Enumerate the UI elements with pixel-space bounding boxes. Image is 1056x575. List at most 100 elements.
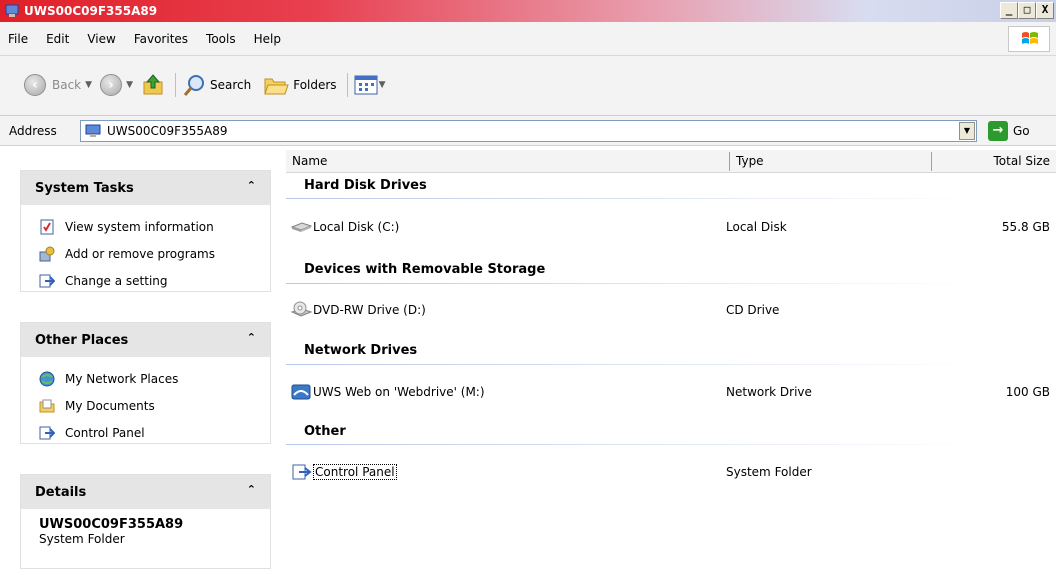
close-button[interactable]: X [1036,2,1054,19]
windows-flag-icon [1022,32,1038,44]
details-header[interactable]: Details ⌃ [21,475,270,509]
group-divider [286,444,1056,445]
go-button[interactable]: → Go [988,121,1030,141]
details-name: UWS00C09F355A89 [39,517,184,532]
computer-icon [85,124,101,137]
list-item[interactable]: UWS Web on 'Webdrive' (M:) Network Drive… [286,381,1056,403]
maximize-button[interactable]: □ [1018,2,1036,19]
folders-button[interactable]: Folders [263,74,337,96]
my-documents-link[interactable]: My Documents [39,392,270,419]
up-button[interactable] [141,73,165,97]
other-places-header[interactable]: Other Places ⌃ [21,323,270,357]
group-other: Other [304,424,346,439]
item-size: 55.8 GB [1001,220,1050,234]
add-remove-programs-link[interactable]: Add or remove programs [39,240,270,267]
control-panel-icon [39,426,55,439]
back-button[interactable]: ‹ Back ▼ [24,74,96,96]
task-pane: System Tasks ⌃ View system information A… [0,150,285,575]
collapse-chevron-icon[interactable]: ⌃ [247,331,256,344]
menu-help[interactable]: Help [254,32,281,46]
column-name[interactable]: Name [292,154,327,168]
search-button[interactable]: Search [182,73,251,97]
minimize-button[interactable]: _ [1000,2,1018,19]
group-network-drives: Network Drives [304,343,418,358]
forward-button[interactable]: › ▼ [100,74,137,96]
menu-edit[interactable]: Edit [46,32,69,46]
address-label: Address [9,123,57,138]
task-link-label: View system information [65,219,214,234]
menu-favorites[interactable]: Favorites [134,32,188,46]
item-size: 100 GB [1005,385,1050,399]
item-type: Local Disk [726,220,787,234]
other-places-box: Other Places ⌃ My Network Places My Docu… [20,322,271,444]
task-link-label: Change a setting [65,273,168,288]
group-removable-storage: Devices with Removable Storage [304,262,546,277]
folders-icon [264,78,289,95]
collapse-chevron-icon[interactable]: ⌃ [247,483,256,496]
group-divider [286,283,1056,284]
control-panel-link[interactable]: Control Panel [39,419,270,446]
details-box: Details ⌃ UWS00C09F355A89 System Folder [20,474,271,569]
group-hard-disk-drives: Hard Disk Drives [304,178,427,193]
column-header-row: Name Type Total Size [286,150,1056,173]
forward-dropdown-icon[interactable]: ▼ [126,80,133,90]
computer-icon [5,4,19,17]
item-name: UWS Web on 'Webdrive' (M:) [313,385,485,399]
menu-file[interactable]: File [8,32,28,46]
list-item[interactable]: Local Disk (C:) Local Disk 55.8 GB [286,216,1056,238]
my-documents-icon [39,399,55,412]
up-folder-icon [143,74,163,95]
hard-disk-icon [290,222,312,232]
toolbar: ‹ Back ▼ › ▼ Search Folders ▼ [0,56,1056,116]
column-type[interactable]: Type [736,154,764,168]
toolbar-separator [174,73,176,97]
task-link-label: My Documents [65,398,155,413]
column-total-size[interactable]: Total Size [994,154,1050,168]
go-arrow-icon: → [988,121,1008,141]
group-divider [286,198,1056,199]
control-panel-icon [292,464,312,480]
list-item[interactable]: Control Panel System Folder [286,461,1056,483]
collapse-chevron-icon[interactable]: ⌃ [247,179,256,192]
back-arrow-icon: ‹ [24,74,46,96]
views-dropdown-icon[interactable]: ▼ [379,80,386,90]
system-tasks-title: System Tasks [35,180,134,196]
title-bar[interactable]: UWS00C09F355A89 _ □ X [0,0,1056,22]
back-dropdown-icon[interactable]: ▼ [85,80,92,90]
views-icon [354,75,378,95]
folders-label: Folders [293,78,337,92]
address-dropdown-icon[interactable]: ▼ [959,122,975,140]
address-bar: Address UWS00C09F355A89 ▼ → Go [0,116,1056,146]
item-name: DVD-RW Drive (D:) [313,303,426,317]
forward-arrow-icon: › [100,74,123,96]
group-divider [286,364,1056,365]
menu-tools[interactable]: Tools [206,32,236,46]
details-type: System Folder [39,532,125,546]
column-divider[interactable] [729,152,730,171]
window-title: UWS00C09F355A89 [24,4,158,18]
task-link-label: Control Panel [65,425,145,440]
view-system-info-link[interactable]: View system information [39,213,270,240]
list-item[interactable]: DVD-RW Drive (D:) CD Drive [286,299,1056,321]
menu-view[interactable]: View [87,32,115,46]
my-network-places-link[interactable]: My Network Places [39,365,270,392]
views-button[interactable]: ▼ [354,74,390,96]
search-icon [183,75,204,96]
address-value: UWS00C09F355A89 [107,124,228,138]
system-tasks-header[interactable]: System Tasks ⌃ [21,171,270,205]
back-label: Back [52,78,82,92]
control-panel-icon [39,274,55,287]
column-divider[interactable] [931,152,932,171]
system-info-icon [40,219,54,234]
windows-logo [1008,26,1050,52]
dvd-drive-icon [290,301,312,317]
add-remove-programs-icon [39,246,55,261]
task-link-label: My Network Places [65,371,179,386]
address-field[interactable]: UWS00C09F355A89 ▼ [80,120,977,142]
item-type: CD Drive [726,303,780,317]
other-places-title: Other Places [35,332,129,348]
change-setting-link[interactable]: Change a setting [39,267,270,294]
system-tasks-box: System Tasks ⌃ View system information A… [20,170,271,292]
network-drive-icon [291,384,311,400]
item-type: System Folder [726,465,812,479]
